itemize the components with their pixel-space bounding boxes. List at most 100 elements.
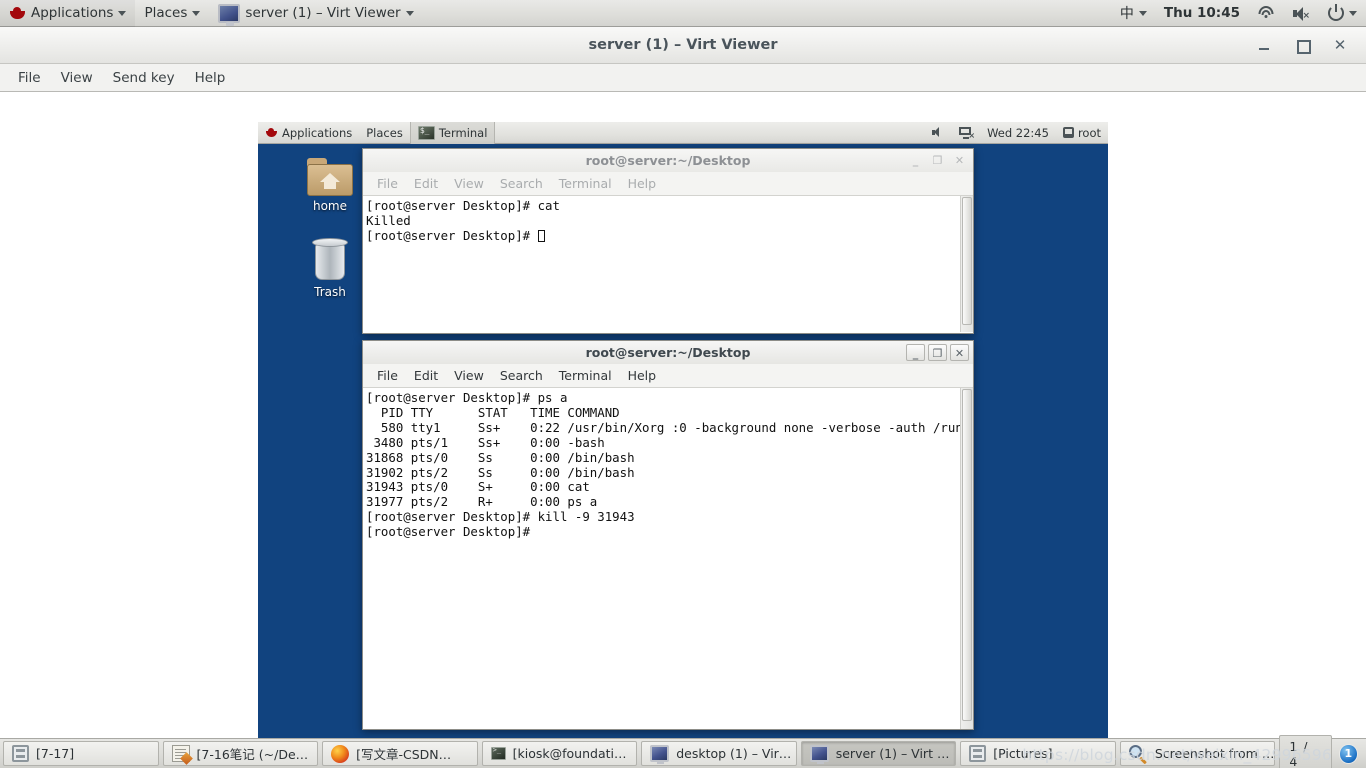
terminal-1-menu-terminal[interactable]: Terminal bbox=[551, 175, 620, 192]
desktop-icon-trash[interactable]: Trash bbox=[290, 238, 370, 299]
terminal-2-line-4: 3480 pts/1 Ss+ 0:00 -bash bbox=[366, 434, 605, 450]
vm-user-menu[interactable]: root bbox=[1056, 122, 1108, 144]
host-window-menu[interactable]: server (1) – Virt Viewer bbox=[209, 0, 422, 27]
terminal-1-scrollbar[interactable] bbox=[960, 196, 973, 332]
input-method-indicator[interactable]: 中 bbox=[1111, 0, 1156, 27]
host-task-8-label: Screenshot from … bbox=[1154, 746, 1275, 761]
terminal-1-menu-edit[interactable]: Edit bbox=[406, 175, 446, 192]
vm-screen[interactable]: Applications Places Terminal bbox=[258, 122, 1108, 762]
host-workspace-badge[interactable]: 1 bbox=[1338, 743, 1359, 764]
vm-window-menu-terminal[interactable]: Terminal bbox=[409, 122, 496, 144]
terminal-2-output[interactable]: [root@server Desktop]# ps a PID TTY STAT… bbox=[363, 388, 973, 729]
virt-viewer-icon bbox=[650, 745, 670, 764]
host-task-button-2[interactable]: [7-16笔记 (~/De… bbox=[162, 741, 319, 766]
desktop-icon-home-label: home bbox=[312, 199, 348, 213]
chevron-down-icon bbox=[405, 10, 414, 16]
terminal-1-menu-search[interactable]: Search bbox=[492, 175, 551, 192]
menu-view[interactable]: View bbox=[51, 68, 103, 88]
desktop-icon-trash-label: Trash bbox=[314, 285, 346, 299]
network-disconnected-icon: × bbox=[959, 126, 975, 140]
host-task-button-7[interactable]: [Pictures] bbox=[960, 741, 1116, 766]
terminal-1-line-1: [root@server Desktop]# cat bbox=[366, 198, 560, 213]
menu-help[interactable]: Help bbox=[185, 68, 236, 88]
terminal-1-close-button[interactable]: ✕ bbox=[950, 152, 969, 169]
vm-places-menu[interactable]: Places bbox=[359, 122, 410, 144]
host-system-menu[interactable] bbox=[1319, 0, 1366, 27]
host-task-button-5[interactable]: desktop (1) – Vir… bbox=[641, 741, 797, 766]
host-places-menu[interactable]: Places bbox=[135, 0, 209, 27]
terminal-icon bbox=[490, 746, 506, 760]
host-window-menu-label: server (1) – Virt Viewer bbox=[245, 5, 401, 21]
terminal-2-line-8: 31977 pts/2 R+ 0:00 ps a bbox=[366, 494, 598, 510]
terminal-1-maximize-button[interactable]: ❐ bbox=[928, 152, 947, 169]
terminal-window-1[interactable]: root@server:~/Desktop _ ❐ ✕ File Edit Vi… bbox=[362, 148, 974, 334]
virt-viewer-window-buttons: ✕ bbox=[1256, 37, 1366, 54]
terminal-2-menu-edit[interactable]: Edit bbox=[406, 367, 446, 384]
host-applications-menu[interactable]: Applications bbox=[0, 0, 136, 27]
terminal-2-menu-view[interactable]: View bbox=[446, 367, 492, 384]
vm-network-indicator[interactable]: × bbox=[952, 122, 980, 144]
firefox-icon bbox=[331, 744, 350, 763]
terminal-2-menu-search[interactable]: Search bbox=[492, 367, 551, 384]
menu-file[interactable]: File bbox=[8, 68, 51, 88]
terminal-1-titlebar[interactable]: root@server:~/Desktop _ ❐ ✕ bbox=[363, 149, 973, 172]
terminal-1-menu-file[interactable]: File bbox=[369, 175, 406, 192]
power-icon bbox=[1328, 4, 1344, 21]
close-button[interactable]: ✕ bbox=[1332, 37, 1348, 53]
terminal-2-menu-help[interactable]: Help bbox=[620, 367, 665, 384]
host-task-2-label: [7-16笔记 (~/De… bbox=[196, 747, 309, 762]
vm-user-label: root bbox=[1077, 125, 1101, 140]
chevron-down-icon bbox=[192, 10, 201, 16]
terminal-1-menu-help[interactable]: Help bbox=[620, 175, 665, 192]
virt-viewer-titlebar[interactable]: server (1) – Virt Viewer ✕ bbox=[0, 27, 1366, 64]
trash-icon bbox=[310, 238, 350, 282]
terminal-1-scroll-thumb[interactable] bbox=[962, 197, 972, 325]
host-clock[interactable]: Thu 10:45 bbox=[1156, 5, 1248, 21]
terminal-2-maximize-button[interactable]: ❐ bbox=[928, 344, 947, 361]
vm-clock[interactable]: Wed 22:45 bbox=[980, 122, 1056, 144]
terminal-2-minimize-button[interactable]: _ bbox=[906, 344, 925, 361]
terminal-1-line-2: Killed bbox=[366, 212, 411, 228]
terminal-2-titlebar[interactable]: root@server:~/Desktop _ ❐ ✕ bbox=[363, 341, 973, 364]
terminal-2-menu-terminal[interactable]: Terminal bbox=[551, 367, 620, 384]
virt-viewer-window: server (1) – Virt Viewer ✕ File View Sen… bbox=[0, 27, 1366, 762]
host-task-button-1[interactable]: [7-17] bbox=[3, 741, 159, 766]
terminal-1-minimize-button[interactable]: _ bbox=[906, 152, 925, 169]
gedit-icon bbox=[171, 745, 190, 762]
host-task-7-label: [Pictures] bbox=[993, 746, 1053, 761]
maximize-button[interactable] bbox=[1294, 37, 1311, 54]
virt-viewer-icon bbox=[809, 745, 829, 764]
host-task-5-label: desktop (1) – Vir… bbox=[676, 746, 792, 761]
host-task-button-4[interactable]: [kiosk@foundati… bbox=[481, 741, 638, 766]
redhat-logo-icon bbox=[9, 6, 26, 21]
host-task-button-8[interactable]: Screenshot from … bbox=[1119, 741, 1276, 766]
host-task-button-6[interactable]: server (1) – Virt … bbox=[800, 741, 957, 766]
host-volume-indicator[interactable]: × bbox=[1283, 0, 1319, 27]
screenshot-icon bbox=[1128, 745, 1148, 765]
terminal-2-menu-file[interactable]: File bbox=[369, 367, 406, 384]
vm-volume-indicator[interactable] bbox=[925, 122, 952, 144]
terminal-2-scrollbar[interactable] bbox=[960, 388, 973, 729]
terminal-2-line-2: PID TTY STAT TIME COMMAND bbox=[366, 404, 620, 420]
virt-viewer-viewport: Applications Places Terminal bbox=[0, 93, 1366, 762]
host-task-button-3[interactable]: [写文章-CSDN… bbox=[322, 741, 478, 766]
home-folder-icon bbox=[307, 158, 353, 196]
terminal-1-menu-view[interactable]: View bbox=[446, 175, 492, 192]
wifi-icon bbox=[1257, 6, 1274, 20]
terminal-2-scroll-thumb[interactable] bbox=[962, 389, 972, 721]
terminal-window-2[interactable]: root@server:~/Desktop _ ❐ ✕ File Edit Vi… bbox=[362, 340, 974, 730]
host-workspace-switcher[interactable]: 1 / 4 bbox=[1279, 734, 1332, 768]
terminal-1-output[interactable]: [root@server Desktop]# cat Killed [root@… bbox=[363, 196, 973, 332]
chevron-down-icon bbox=[1138, 10, 1147, 16]
menu-send-key[interactable]: Send key bbox=[103, 68, 185, 88]
host-wifi-indicator[interactable] bbox=[1248, 0, 1283, 27]
vm-clock-label: Wed 22:45 bbox=[987, 125, 1049, 140]
virt-viewer-icon bbox=[218, 3, 241, 26]
minimize-button[interactable] bbox=[1256, 37, 1272, 53]
terminal-2-window-buttons: _ ❐ ✕ bbox=[906, 344, 973, 361]
terminal-2-close-button[interactable]: ✕ bbox=[950, 344, 969, 361]
terminal-2-line-3: 580 tty1 Ss+ 0:22 /usr/bin/Xorg :0 -back… bbox=[366, 419, 963, 435]
host-task-3-label: [写文章-CSDN… bbox=[356, 747, 452, 762]
desktop-icon-home[interactable]: home bbox=[290, 158, 370, 213]
vm-applications-menu[interactable]: Applications bbox=[258, 122, 359, 144]
